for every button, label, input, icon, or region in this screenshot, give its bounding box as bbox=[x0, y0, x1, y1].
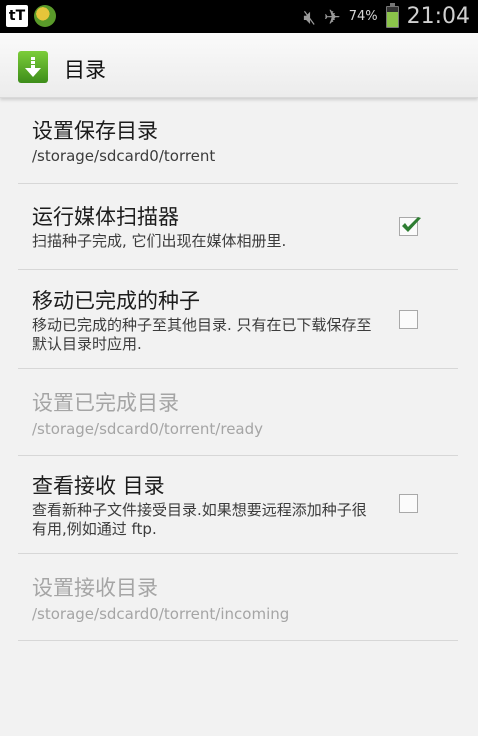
watch-directory-checkbox[interactable] bbox=[399, 494, 418, 513]
mute-icon: 🔇︎ bbox=[303, 4, 316, 29]
setting-summary: 移动已完成的种子至其他目录. 只有在已下载保存至默认目录时应用. bbox=[32, 316, 372, 353]
setting-summary: 查看新种子文件接受目录.如果想要远程添加种子很有用,例如通过 ftp. bbox=[32, 501, 367, 538]
battery-icon bbox=[385, 2, 399, 28]
setting-media-scanner[interactable]: 运行媒体扫描器 扫描种子完成, 它们出现在媒体相册里. bbox=[18, 184, 458, 270]
setting-title: 设置接收目录 bbox=[32, 576, 158, 600]
setting-summary: /storage/sdcard0/torrent/incoming bbox=[32, 605, 290, 623]
setting-title: 运行媒体扫描器 bbox=[32, 205, 179, 229]
setting-summary: 扫描种子完成, 它们出现在媒体相册里. bbox=[32, 232, 287, 250]
download-arrow-icon[interactable] bbox=[18, 51, 48, 83]
move-completed-checkbox[interactable] bbox=[399, 310, 418, 329]
battery-percent: 74% bbox=[348, 9, 378, 24]
app-notification-icon bbox=[34, 5, 56, 27]
setting-save-directory[interactable]: 设置保存目录 /storage/sdcard0/torrent bbox=[18, 98, 458, 184]
setting-watch-directory[interactable]: 查看接收 目录 查看新种子文件接受目录.如果想要远程添加种子很有用,例如通过 f… bbox=[18, 456, 458, 554]
setting-title: 查看接收 目录 bbox=[32, 474, 165, 498]
media-scanner-checkbox[interactable] bbox=[399, 217, 421, 236]
action-bar: 目录 bbox=[0, 33, 478, 98]
setting-completed-directory: 设置已完成目录 /storage/sdcard0/torrent/ready bbox=[18, 369, 458, 456]
setting-incoming-directory: 设置接收目录 /storage/sdcard0/torrent/incoming bbox=[18, 554, 458, 641]
status-bar: tT 🔇︎ ✈ 74% 21:04 bbox=[0, 0, 478, 33]
page-title: 目录 bbox=[64, 58, 106, 82]
ttorrent-notification-icon: tT bbox=[6, 5, 28, 27]
setting-move-completed[interactable]: 移动已完成的种子 移动已完成的种子至其他目录. 只有在已下载保存至默认目录时应用… bbox=[18, 270, 458, 369]
checkmark-icon bbox=[402, 217, 421, 232]
setting-summary: /storage/sdcard0/torrent bbox=[32, 147, 216, 165]
setting-title: 移动已完成的种子 bbox=[32, 289, 200, 313]
setting-title: 设置保存目录 bbox=[32, 119, 158, 143]
setting-summary: /storage/sdcard0/torrent/ready bbox=[32, 420, 264, 438]
setting-title: 设置已完成目录 bbox=[32, 391, 179, 415]
clock: 21:04 bbox=[406, 4, 470, 29]
settings-list: 设置保存目录 /storage/sdcard0/torrent 运行媒体扫描器 … bbox=[18, 98, 458, 641]
airplane-mode-icon: ✈ bbox=[323, 4, 341, 29]
